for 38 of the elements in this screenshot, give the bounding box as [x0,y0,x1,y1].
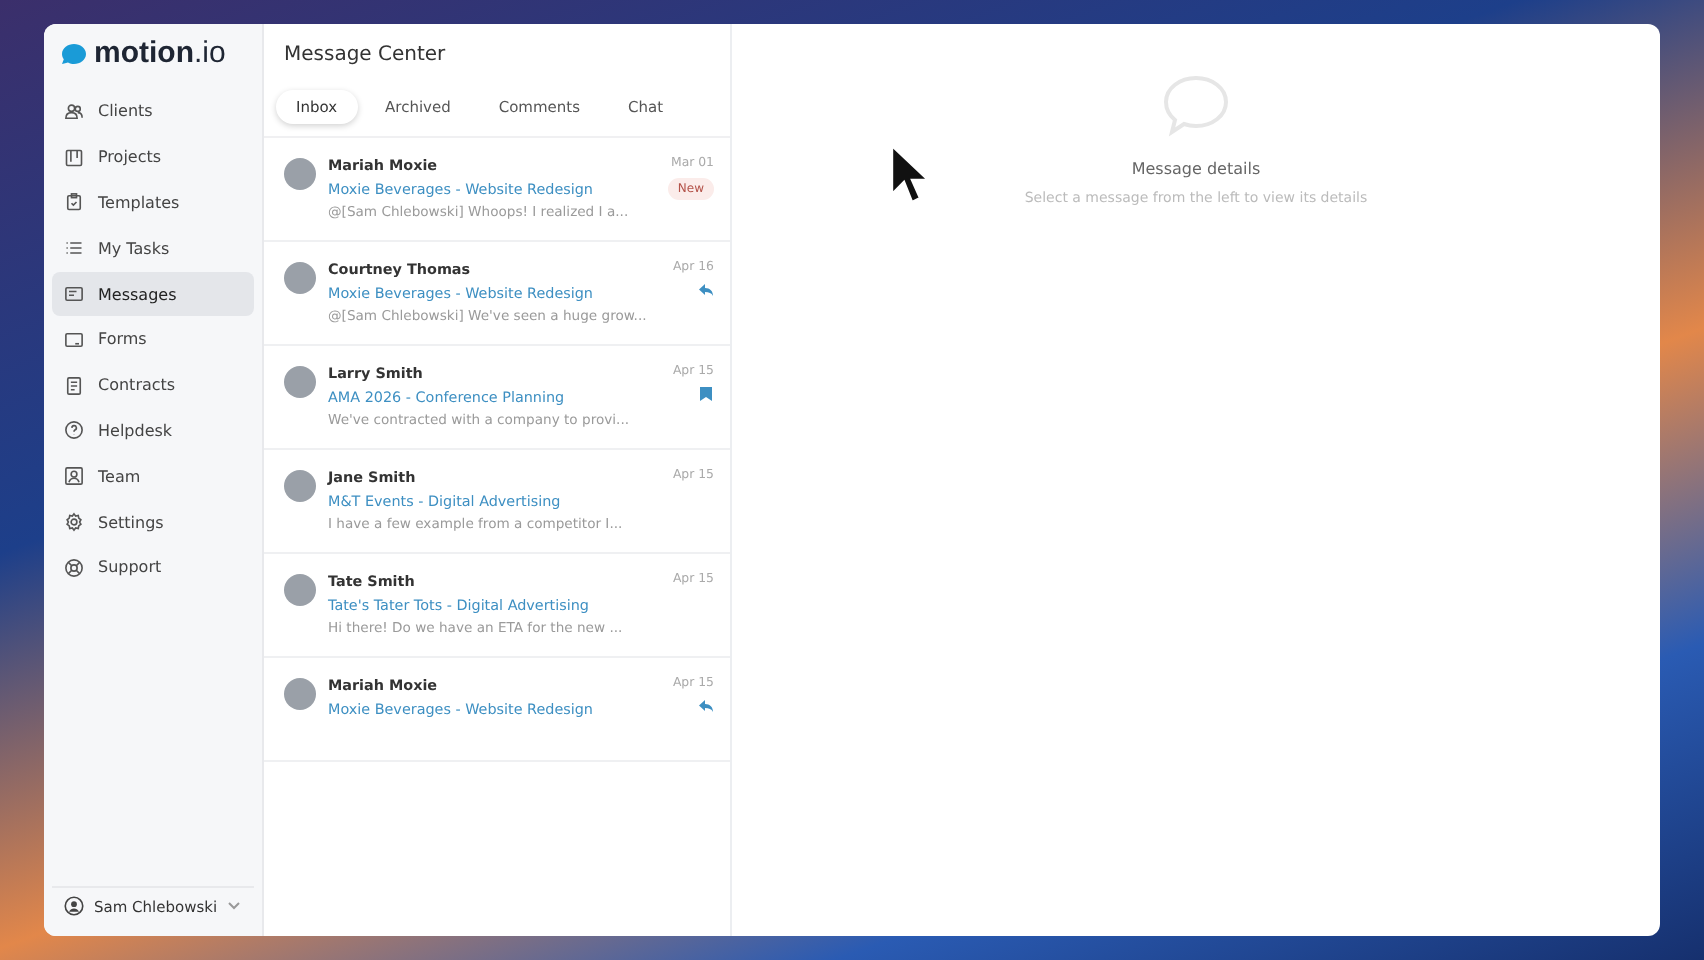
sidebar-item[interactable]: Team [52,454,254,499]
speech-bubble-icon [1160,72,1232,140]
board-icon [64,147,84,168]
avatar [284,678,316,710]
logo-icon [60,41,88,65]
sidebar-item[interactable]: Support [52,545,254,590]
clipboard-icon [64,192,84,213]
avatar [284,470,316,502]
sidebar-item[interactable]: Forms [52,317,254,362]
sidebar-item[interactable]: My Tasks [52,226,254,271]
document-icon [64,375,84,396]
sidebar-item[interactable]: Settings [52,500,254,544]
question-icon [64,420,84,441]
sidebar-item[interactable]: Helpdesk [52,409,254,453]
avatar [284,574,316,606]
message-icon [64,284,84,305]
form-icon [64,329,84,350]
brand-logo: motion.io [94,36,226,70]
reply-icon [698,282,714,298]
sidebar-item[interactable]: Contracts [52,363,254,408]
user-avatar-icon [64,896,84,916]
people-icon [64,101,84,122]
bookmark-icon [698,386,714,402]
person-icon [64,466,84,487]
avatar [284,262,316,294]
gear-icon [64,512,84,533]
sidebar-item[interactable]: Projects [52,135,254,180]
panel-title: Message Center [282,42,448,70]
reply-icon [698,698,714,714]
sidebar-item[interactable]: Messages [52,272,254,316]
avatar [284,366,316,398]
sidebar-item[interactable]: Clients [52,90,254,134]
chevron-down-icon[interactable] [227,902,240,910]
sidebar-item[interactable]: Templates [52,181,254,225]
avatar [284,158,316,190]
details-title: Message details [1131,160,1261,178]
lifebuoy-icon [64,557,84,578]
list-icon [64,238,84,259]
